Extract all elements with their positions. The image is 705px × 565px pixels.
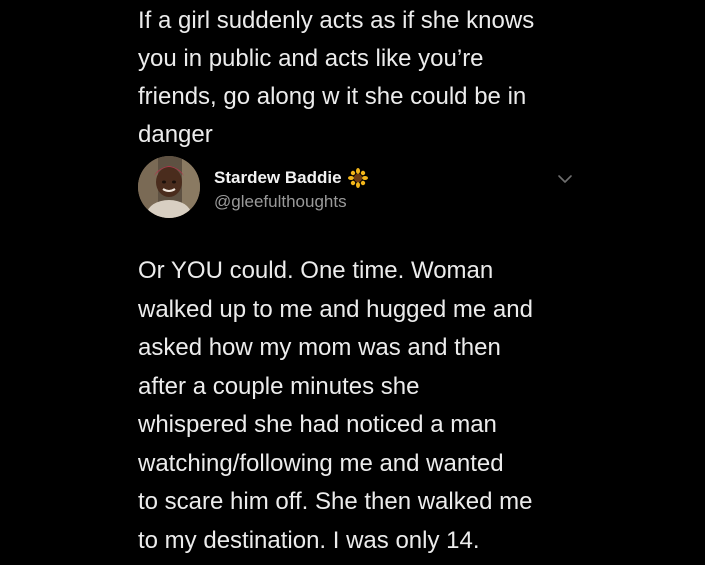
tweet-line: Or YOU could. One time. Woman (138, 257, 494, 284)
tweet-line: walked up to me and hugged me and (138, 295, 533, 323)
chevron-down-icon[interactable] (556, 170, 574, 188)
avatar[interactable] (138, 156, 200, 218)
tweet-line: asked how my mom was and then (138, 334, 501, 361)
tweet-author-header: Stardew Baddie @gleefulthoughts (138, 156, 588, 226)
tweet-line: to scare him off. She then walked me (138, 488, 533, 515)
quoted-tweet-line: friends, go along w it she could be in (138, 83, 527, 110)
author-name-line: Stardew Baddie (214, 168, 368, 188)
author-handle[interactable]: @gleefulthoughts (214, 192, 347, 212)
avatar-image (138, 156, 200, 218)
tweet-line: whispered she had noticed a man (138, 411, 497, 438)
tweet-line: after a couple minutes she (138, 372, 420, 400)
quoted-tweet-line: danger (138, 121, 213, 148)
quoted-tweet-line: you in public and acts like you’re (138, 45, 484, 72)
sunflower-icon (347, 168, 368, 188)
tweet-text: Or YOU could. One time. Woman walked up … (138, 252, 608, 560)
tweet-line: watching/following me and wanted (138, 449, 504, 477)
author-display-name[interactable]: Stardew Baddie (214, 168, 342, 188)
tweet-line: to my destination. I was only 14. (138, 526, 480, 554)
quoted-tweet-line: If a girl suddenly acts as if she knows (138, 7, 535, 34)
quoted-tweet-text: If a girl suddenly acts as if she knows … (138, 2, 608, 154)
